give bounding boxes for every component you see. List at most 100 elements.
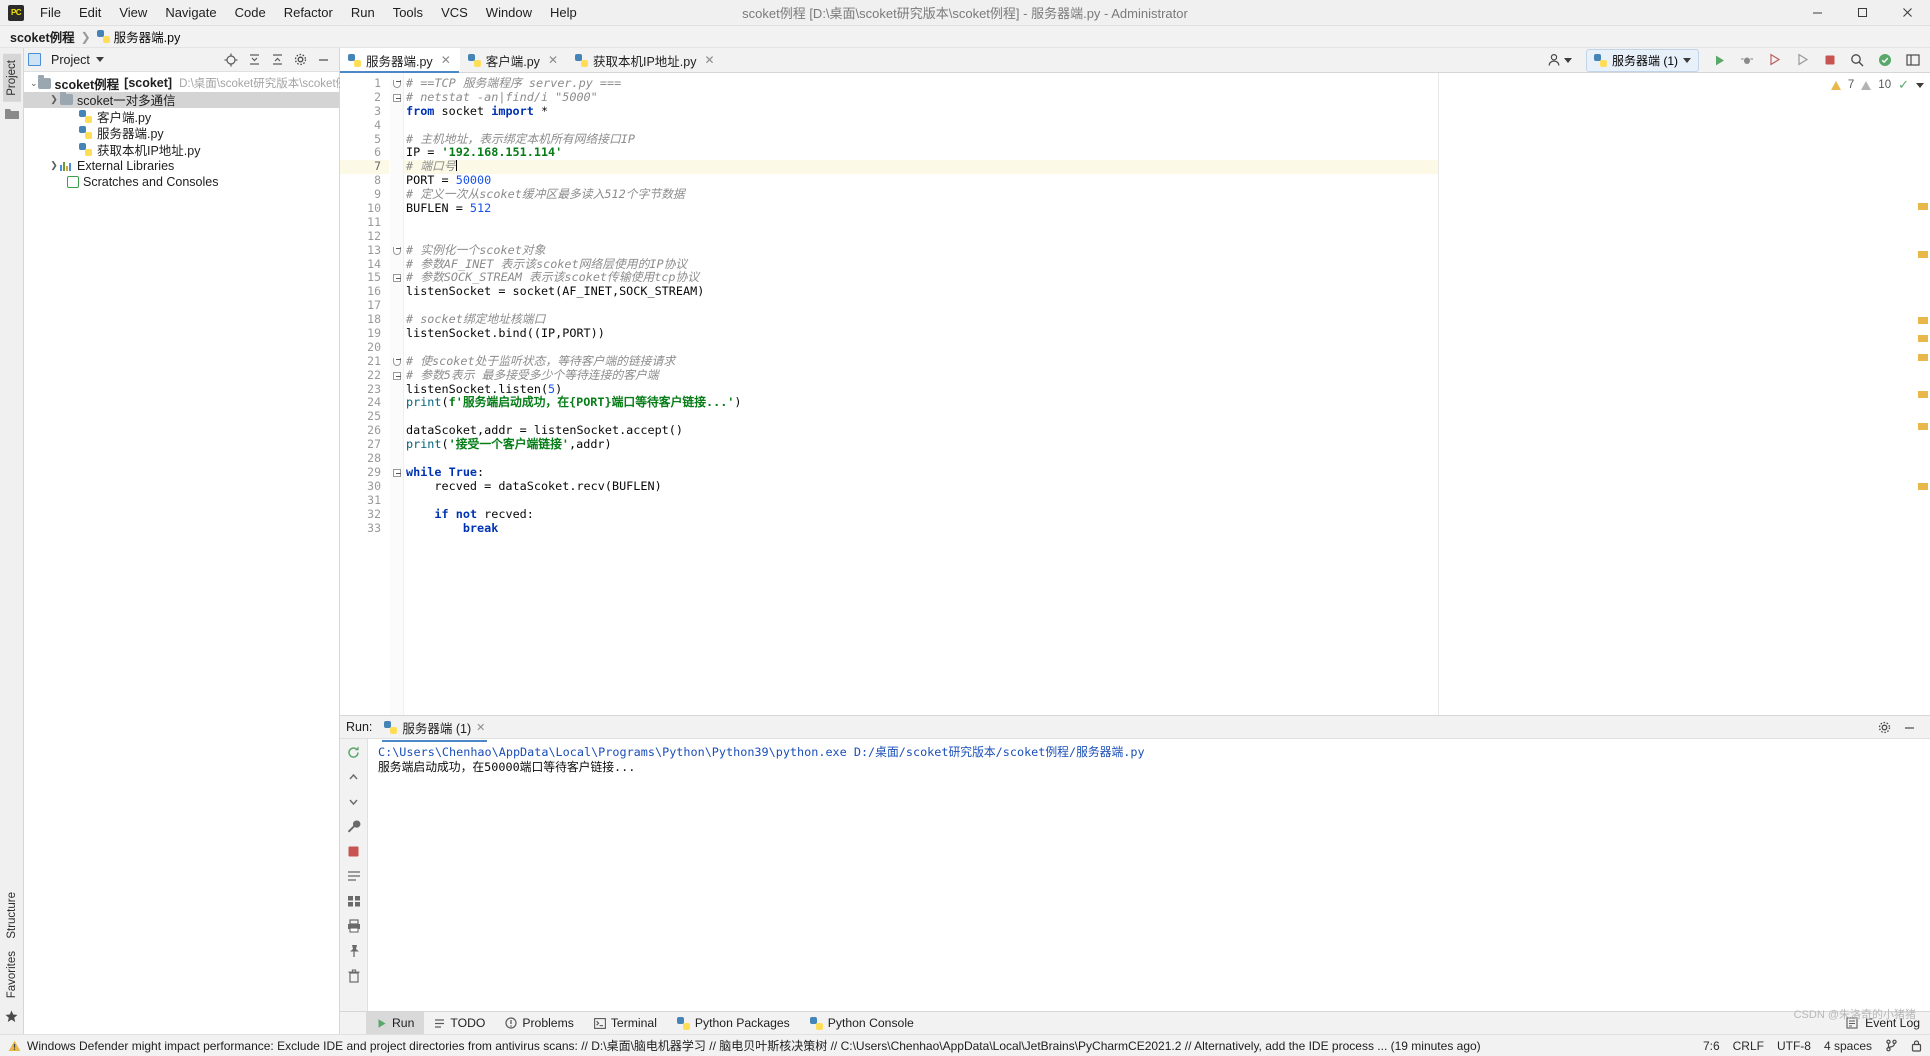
fold-collapse-icon[interactable] <box>393 94 401 102</box>
stripe-marker[interactable] <box>1918 354 1928 361</box>
stripe-marker[interactable] <box>1918 317 1928 324</box>
user-icon[interactable] <box>1547 53 1572 67</box>
breadcrumb-file[interactable]: 服务器端.py <box>114 27 181 46</box>
editor-tab-client[interactable]: 客户端.py ✕ <box>460 48 567 72</box>
code-line[interactable] <box>404 216 1438 230</box>
stripe-marker[interactable] <box>1918 335 1928 342</box>
inspection-widget[interactable]: 7 10 ✓ <box>1831 77 1924 93</box>
code-line[interactable] <box>404 410 1438 424</box>
code-line[interactable] <box>404 230 1438 244</box>
fold-cell[interactable] <box>390 369 403 383</box>
code-line[interactable]: listenSocket = socket(AF_INET,SOCK_STREA… <box>404 285 1438 299</box>
fold-collapse-icon[interactable] <box>393 469 401 477</box>
breadcrumb-project[interactable]: scoket例程 <box>10 27 75 46</box>
menu-file[interactable]: File <box>31 2 70 23</box>
stripe-marker[interactable] <box>1918 391 1928 398</box>
menu-window[interactable]: Window <box>477 2 541 23</box>
code-line[interactable]: listenSocket.bind((IP,PORT)) <box>404 327 1438 341</box>
chevron-down-icon[interactable] <box>1683 58 1691 63</box>
maximize-button[interactable] <box>1840 0 1885 26</box>
tree-node-file-server[interactable]: 服务器端.py <box>24 125 339 142</box>
locate-target-icon[interactable] <box>224 53 238 67</box>
sidebar-item-favorites[interactable]: Favorites <box>3 945 21 1004</box>
editor-tab-server[interactable]: 服务器端.py ✕ <box>340 48 460 72</box>
line-separator[interactable]: CRLF <box>1733 1039 1764 1053</box>
code-line[interactable]: PORT = 50000 <box>404 174 1438 188</box>
scroll-up-icon[interactable] <box>347 771 360 784</box>
code-line[interactable]: # 使scoket处于监听状态，等待客户端的链接请求 <box>404 355 1438 369</box>
fold-collapse-icon[interactable] <box>393 274 401 282</box>
code-line[interactable]: # 参数SOCK_STREAM 表示该scoket传输使用tcp协议 <box>404 271 1438 285</box>
stripe-marker[interactable] <box>1918 483 1928 490</box>
run-button[interactable] <box>1713 54 1726 67</box>
branch-icon[interactable] <box>1885 1039 1898 1052</box>
menu-tools[interactable]: Tools <box>384 2 432 23</box>
bottom-tab-python-console[interactable]: Python Console <box>800 1012 924 1035</box>
scroll-down-icon[interactable] <box>347 795 360 808</box>
chevron-right-icon[interactable]: ❯ <box>48 94 60 105</box>
chevron-down-icon[interactable] <box>1916 83 1924 88</box>
menu-help[interactable]: Help <box>541 2 586 23</box>
code-line[interactable]: # 主机地址，表示绑定本机所有网络接口IP <box>404 133 1438 147</box>
code-line[interactable] <box>404 452 1438 466</box>
code-line[interactable]: # 参数5表示 最多接受多少个等待连接的客户端 <box>404 369 1438 383</box>
caret-position[interactable]: 7:6 <box>1703 1039 1720 1053</box>
menu-vcs[interactable]: VCS <box>432 2 477 23</box>
code-folding-gutter[interactable] <box>390 73 404 715</box>
expand-all-icon[interactable] <box>270 53 284 67</box>
wrench-icon[interactable] <box>346 819 361 834</box>
error-stripe-column[interactable]: 7 10 ✓ <box>1438 73 1930 715</box>
debug-button[interactable] <box>1740 53 1754 67</box>
grid-icon[interactable] <box>347 894 361 908</box>
code-line[interactable] <box>404 494 1438 508</box>
code-line[interactable]: # 实例化一个scoket对象 <box>404 244 1438 258</box>
close-icon[interactable]: ✕ <box>548 53 558 67</box>
rerun-icon[interactable] <box>346 745 361 760</box>
status-message[interactable]: Windows Defender might impact performanc… <box>27 1037 1481 1054</box>
fold-cell[interactable] <box>390 91 403 105</box>
menu-code[interactable]: Code <box>226 2 275 23</box>
run-tab-server[interactable]: 服务器端 (1) ✕ <box>380 716 489 739</box>
gear-icon[interactable] <box>293 53 307 67</box>
code-line[interactable]: # 定义一次从scoket缓冲区最多读入512个字节数据 <box>404 188 1438 202</box>
fold-region-icon[interactable] <box>393 80 401 88</box>
file-encoding[interactable]: UTF-8 <box>1777 1039 1811 1053</box>
fold-cell[interactable] <box>390 244 403 258</box>
menu-refactor[interactable]: Refactor <box>275 2 342 23</box>
code-line[interactable]: BUFLEN = 512 <box>404 202 1438 216</box>
code-line[interactable]: while True: <box>404 466 1438 480</box>
collapse-all-icon[interactable] <box>247 53 261 67</box>
menu-run[interactable]: Run <box>342 2 384 23</box>
trash-icon[interactable] <box>347 969 361 983</box>
gear-icon[interactable] <box>1878 721 1891 734</box>
coverage-button[interactable] <box>1768 53 1782 67</box>
close-icon[interactable]: ✕ <box>441 53 451 67</box>
code-line[interactable]: from socket import * <box>404 105 1438 119</box>
star-icon[interactable] <box>5 1010 19 1024</box>
menu-navigate[interactable]: Navigate <box>156 2 225 23</box>
code-line[interactable]: print(f'服务端启动成功，在{PORT}端口等待客户链接...') <box>404 396 1438 410</box>
code-line[interactable]: IP = '192.168.151.114' <box>404 146 1438 160</box>
fold-cell[interactable] <box>390 355 403 369</box>
run-configuration-selector[interactable]: 服务器端 (1) <box>1586 49 1699 72</box>
updates-icon[interactable] <box>1878 53 1892 67</box>
stop-button[interactable] <box>1824 54 1836 66</box>
stripe-marker[interactable] <box>1918 203 1928 210</box>
code-line[interactable]: listenSocket.listen(5) <box>404 383 1438 397</box>
close-icon[interactable]: ✕ <box>476 721 485 734</box>
bottom-tab-terminal[interactable]: Terminal <box>584 1012 667 1035</box>
stop-icon[interactable] <box>347 845 360 858</box>
fold-cell[interactable] <box>390 466 403 480</box>
chevron-down-icon[interactable] <box>96 57 104 62</box>
fold-region-icon[interactable] <box>393 358 401 366</box>
fold-region-icon[interactable] <box>393 247 401 255</box>
code-content[interactable]: # ==TCP 服务端程序 server.py ===# netstat -an… <box>404 73 1438 715</box>
chevron-down-icon[interactable] <box>1564 58 1572 63</box>
run-console-output[interactable]: C:\Users\Chenhao\AppData\Local\Programs\… <box>368 739 1930 1011</box>
hide-panel-icon[interactable] <box>316 53 330 67</box>
menu-view[interactable]: View <box>110 2 156 23</box>
fold-cell[interactable] <box>390 271 403 285</box>
bottom-tab-run[interactable]: Run <box>366 1012 424 1035</box>
code-editor[interactable]: 1234567891011121314151617181920212223242… <box>340 73 1930 715</box>
search-icon[interactable] <box>1850 53 1864 67</box>
